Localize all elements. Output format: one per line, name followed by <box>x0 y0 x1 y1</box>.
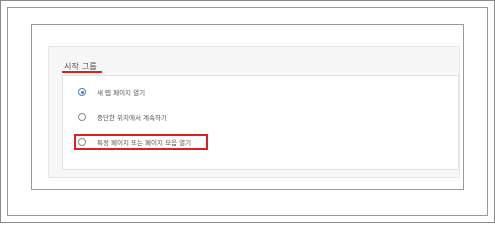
radio-selected-icon[interactable] <box>78 88 86 96</box>
title-highlight-underline <box>62 71 102 73</box>
option-new-tab[interactable]: 새 탭 페이지 열기 <box>78 86 145 98</box>
option-label: 중단한 위치에서 계속하기 <box>97 114 167 122</box>
highlight-box <box>74 134 208 150</box>
option-continue[interactable]: 중단한 위치에서 계속하기 <box>78 111 167 123</box>
radio-icon[interactable] <box>78 113 86 121</box>
option-label: 새 탭 페이지 열기 <box>97 89 146 97</box>
